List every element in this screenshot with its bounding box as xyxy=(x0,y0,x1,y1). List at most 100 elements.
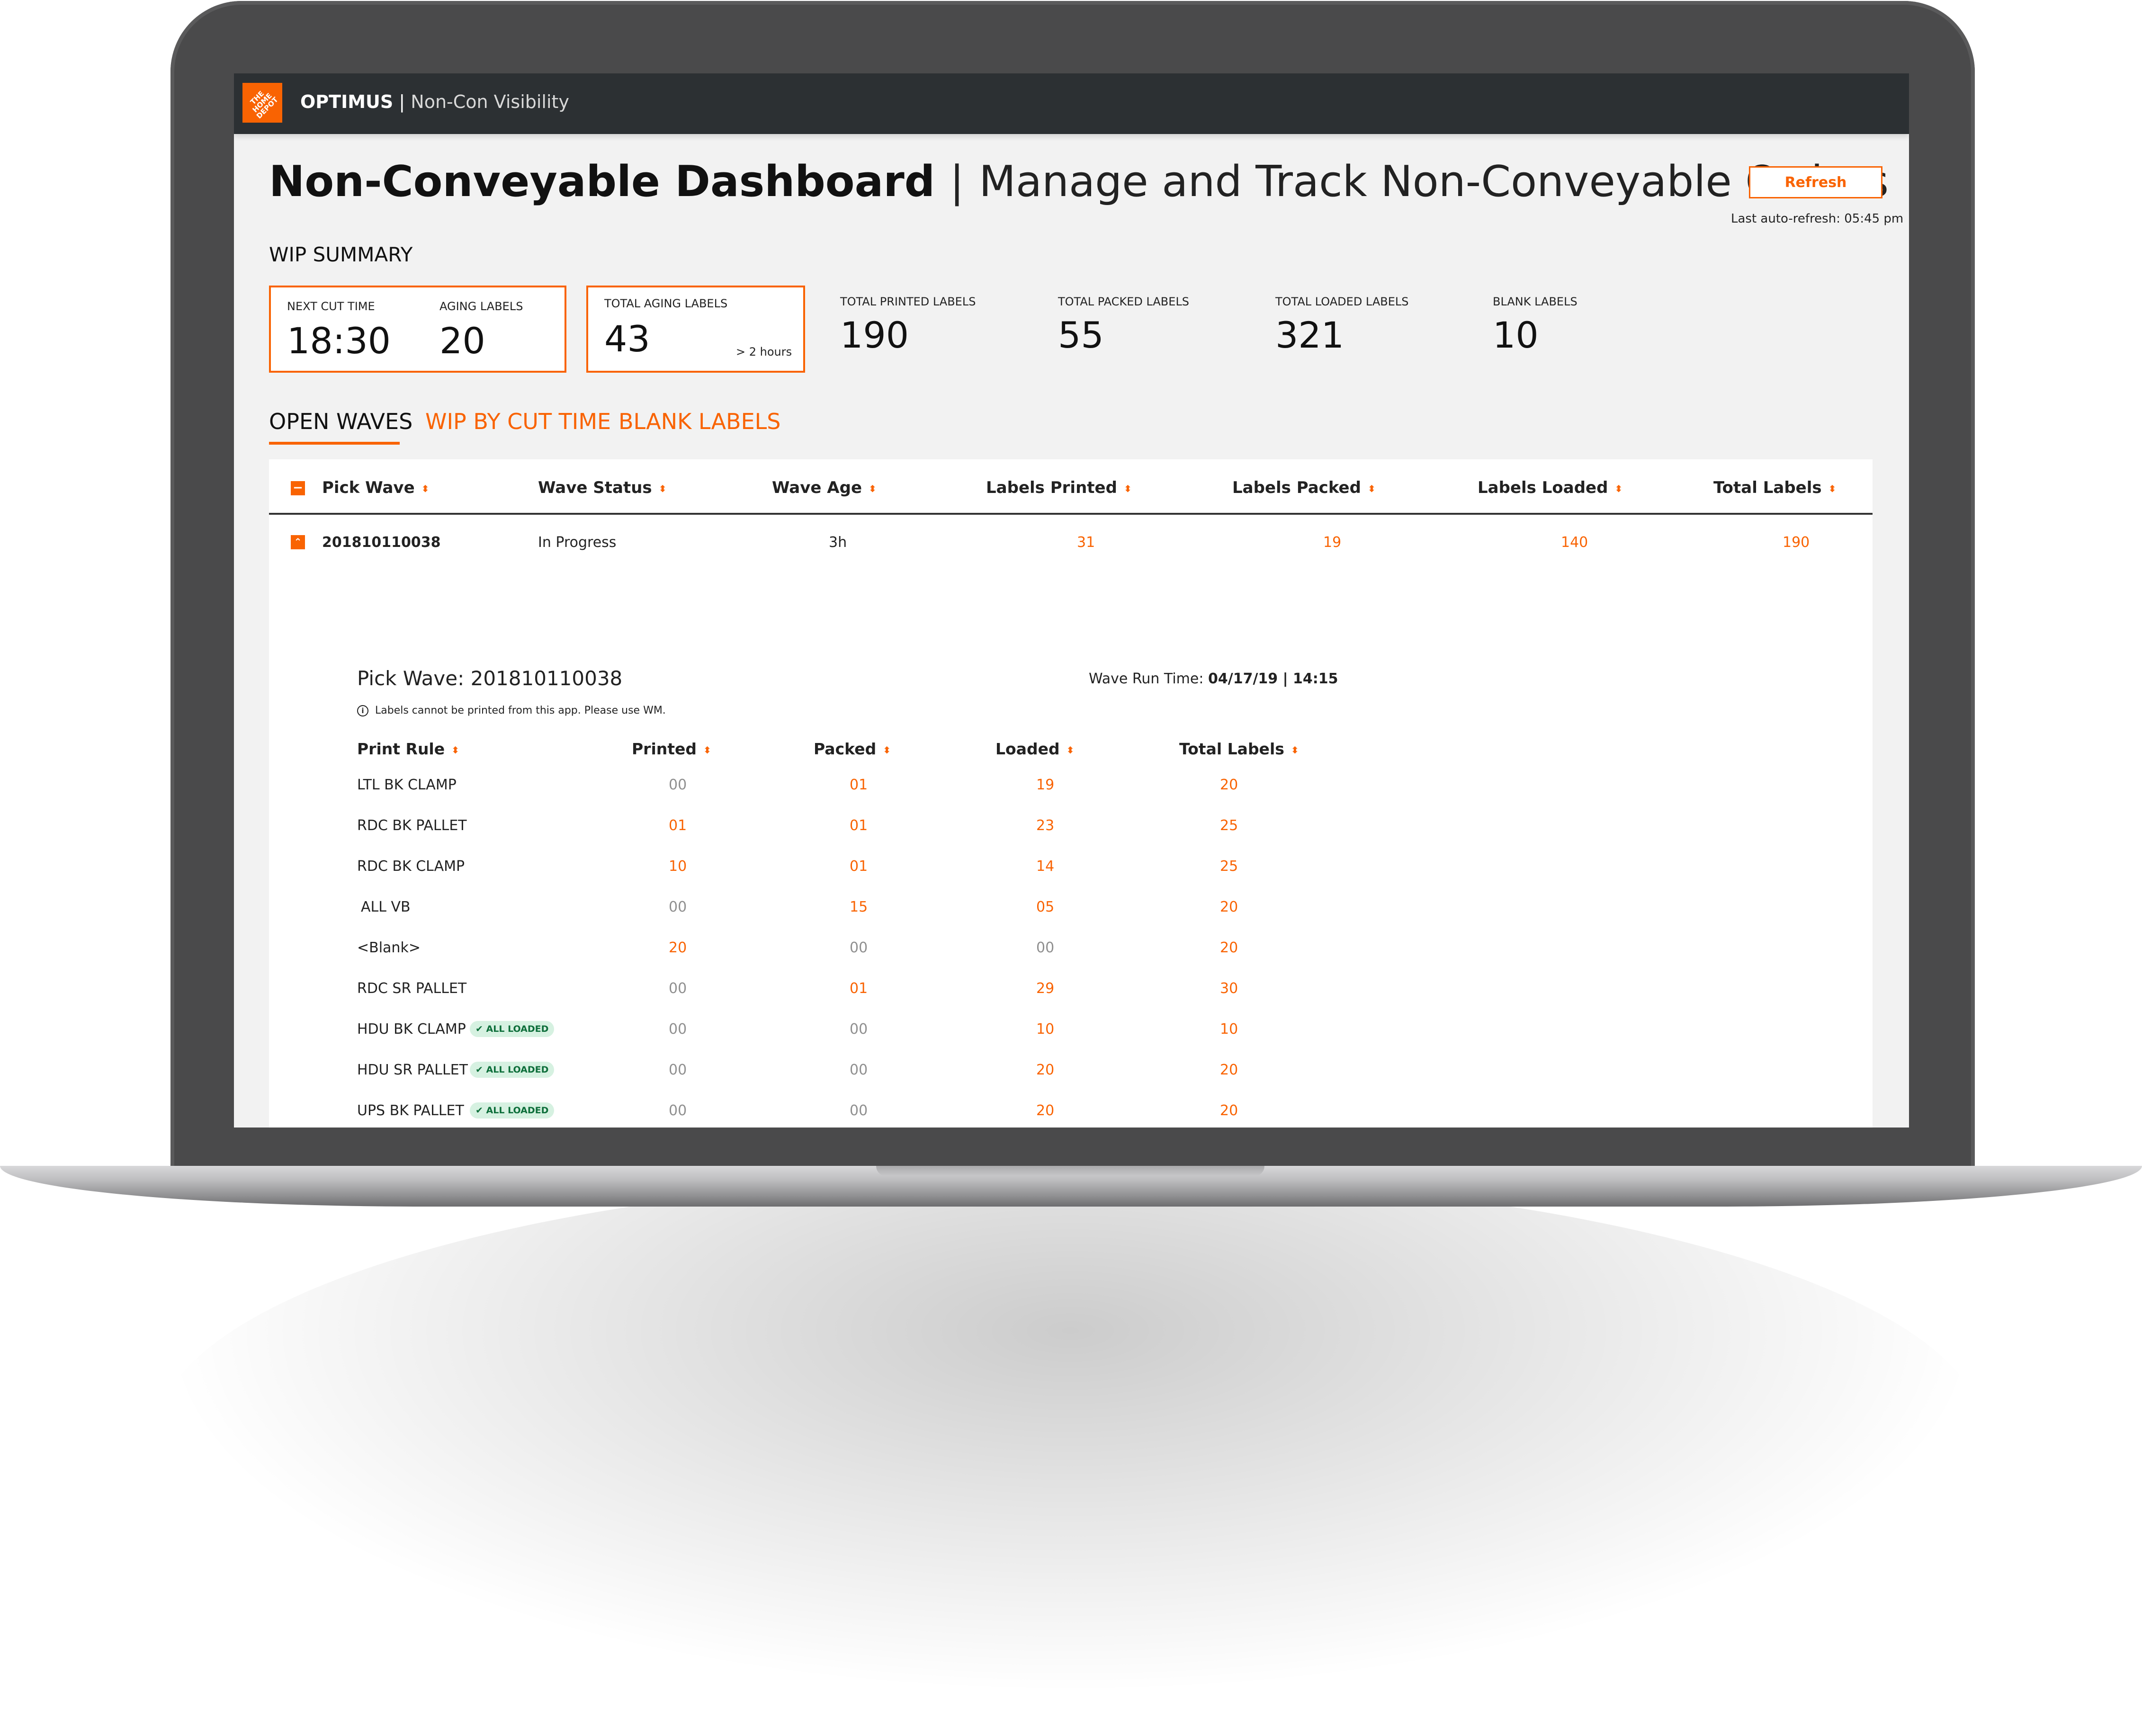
packed-cell[interactable]: 01 xyxy=(850,980,868,997)
stat-value: 190 xyxy=(840,314,909,356)
packed-cell[interactable]: 15 xyxy=(850,899,868,915)
col-header-labels-packed[interactable]: Labels Packed ⬍ xyxy=(1232,478,1376,497)
total-aging-note: > 2 hours xyxy=(736,345,792,358)
stat-value: 10 xyxy=(1493,314,1539,356)
info-icon: i xyxy=(357,705,368,716)
stat-value: 55 xyxy=(1058,314,1104,356)
wave-age-cell: 3h xyxy=(829,534,847,551)
print-rule-cell: RDC SR PALLET xyxy=(357,980,467,997)
col-header-labels-loaded[interactable]: Labels Loaded ⬍ xyxy=(1478,478,1622,497)
all-loaded-badge: ✔ ALL LOADED xyxy=(470,1102,555,1119)
col-header-printed[interactable]: Printed ⬍ xyxy=(632,740,711,758)
col-header-wave-status[interactable]: Wave Status ⬍ xyxy=(538,478,666,497)
col-header-pick-wave[interactable]: Pick Wave ⬍ xyxy=(322,478,429,497)
check-icon: ✔ xyxy=(475,1065,486,1075)
packed-cell[interactable]: 01 xyxy=(850,858,868,875)
print-rule-cell: HDU SR PALLET xyxy=(357,1062,468,1078)
total-aging-label: TOTAL AGING LABELS xyxy=(604,297,728,310)
app-screen: THE HOME DEPOT OPTIMUS | Non-Con Visibil… xyxy=(234,73,1909,1128)
total-cell[interactable]: 25 xyxy=(1220,858,1238,875)
refresh-button[interactable]: Refresh xyxy=(1749,166,1882,198)
labels-printed-cell[interactable]: 31 xyxy=(1077,534,1095,551)
stat-label: TOTAL LOADED LABELS xyxy=(1275,295,1409,308)
tab-wip-by-cut-time[interactable]: WIP BY CUT TIME xyxy=(425,409,611,434)
loaded-cell[interactable]: 19 xyxy=(1036,777,1054,793)
packed-cell: 00 xyxy=(850,940,868,956)
sort-icon: ⬍ xyxy=(421,483,430,494)
check-icon: ✔ xyxy=(475,1024,486,1034)
page-title-separator: | xyxy=(950,157,964,206)
total-cell[interactable]: 20 xyxy=(1220,1102,1238,1119)
col-header-packed[interactable]: Packed ⬍ xyxy=(814,740,891,758)
sort-icon: ⬍ xyxy=(883,744,891,756)
loaded-cell[interactable]: 05 xyxy=(1036,899,1054,915)
print-rule-cell: LTL BK CLAMP xyxy=(357,777,457,793)
col-header-total[interactable]: Total Labels ⬍ xyxy=(1179,740,1299,758)
printed-cell: 00 xyxy=(669,1102,687,1119)
total-cell[interactable]: 25 xyxy=(1220,817,1238,834)
labels-loaded-cell[interactable]: 140 xyxy=(1561,534,1588,551)
next-cut-value: 18:30 xyxy=(287,320,391,362)
packed-cell: 00 xyxy=(850,1021,868,1038)
top-nav-bar: THE HOME DEPOT OPTIMUS | Non-Con Visibil… xyxy=(234,73,1909,134)
col-header-labels-printed[interactable]: Labels Printed ⬍ xyxy=(986,478,1132,497)
check-icon: ✔ xyxy=(475,1105,486,1116)
active-tab-indicator xyxy=(269,442,400,445)
sort-icon: ⬍ xyxy=(1123,483,1132,494)
sort-icon: ⬍ xyxy=(703,744,711,756)
total-cell[interactable]: 20 xyxy=(1220,940,1238,956)
printed-cell: 00 xyxy=(669,899,687,915)
print-rule-cell: ALL VB xyxy=(361,899,411,915)
total-cell[interactable]: 30 xyxy=(1220,980,1238,997)
packed-cell[interactable]: 01 xyxy=(850,817,868,834)
loaded-cell[interactable]: 20 xyxy=(1036,1102,1054,1119)
col-header-wave-age[interactable]: Wave Age ⬍ xyxy=(772,478,877,497)
total-labels-cell[interactable]: 190 xyxy=(1783,534,1810,551)
printed-cell[interactable]: 01 xyxy=(669,817,687,834)
loaded-cell[interactable]: 29 xyxy=(1036,980,1054,997)
laptop-notch xyxy=(876,1166,1264,1176)
next-cut-card: NEXT CUT TIME 18:30 AGING LABELS 20 xyxy=(269,286,566,373)
run-time-label: Wave Run Time: xyxy=(1089,671,1208,687)
pick-wave-cell[interactable]: 201810110038 xyxy=(322,534,441,551)
loaded-cell[interactable]: 23 xyxy=(1036,817,1054,834)
home-depot-logo[interactable]: THE HOME DEPOT xyxy=(242,83,282,123)
next-cut-label: NEXT CUT TIME xyxy=(287,300,375,313)
total-cell[interactable]: 20 xyxy=(1220,1062,1238,1078)
total-cell[interactable]: 10 xyxy=(1220,1021,1238,1038)
wave-status-cell: In Progress xyxy=(538,534,617,551)
total-aging-card: TOTAL AGING LABELS 43 > 2 hours xyxy=(586,286,805,373)
loaded-cell[interactable]: 20 xyxy=(1036,1062,1054,1078)
total-aging-value: 43 xyxy=(604,318,650,360)
printed-cell[interactable]: 20 xyxy=(669,940,687,956)
labels-packed-cell[interactable]: 19 xyxy=(1323,534,1341,551)
sort-icon: ⬍ xyxy=(1614,483,1623,494)
sort-icon: ⬍ xyxy=(869,483,877,494)
sort-icon: ⬍ xyxy=(1828,483,1837,494)
col-header-print-rule[interactable]: Print Rule ⬍ xyxy=(357,740,459,758)
loaded-cell[interactable]: 14 xyxy=(1036,858,1054,875)
tab-blank-labels[interactable]: BLANK LABELS xyxy=(618,409,781,434)
app-title-separator: | xyxy=(399,91,405,112)
tab-open-waves[interactable]: OPEN WAVES xyxy=(269,409,412,434)
total-cell[interactable]: 20 xyxy=(1220,899,1238,915)
stat-value: 321 xyxy=(1275,314,1344,356)
stat-label: BLANK LABELS xyxy=(1493,295,1577,308)
total-cell[interactable]: 20 xyxy=(1220,777,1238,793)
page-title: Non-Conveyable Dashboard | Manage and Tr… xyxy=(269,157,1889,206)
chevron-up-icon[interactable]: ⌃ xyxy=(291,535,305,549)
col-header-total-labels[interactable]: Total Labels ⬍ xyxy=(1713,478,1836,497)
open-waves-panel: − Pick Wave ⬍ Wave Status ⬍ Wave Age ⬍ Labe… xyxy=(269,459,1873,1128)
wave-detail-title: Pick Wave: 201810110038 xyxy=(357,667,623,690)
col-header-loaded[interactable]: Loaded ⬍ xyxy=(995,740,1074,758)
printed-cell: 00 xyxy=(669,1062,687,1078)
run-time-value: 04/17/19 | 14:15 xyxy=(1208,671,1338,687)
stat-label: TOTAL PACKED LABELS xyxy=(1058,295,1190,308)
printed-cell[interactable]: 10 xyxy=(669,858,687,875)
collapse-all-icon[interactable]: − xyxy=(291,481,305,495)
sort-icon: ⬍ xyxy=(1066,744,1075,756)
sort-icon: ⬍ xyxy=(658,483,667,494)
packed-cell[interactable]: 01 xyxy=(850,777,868,793)
loaded-cell[interactable]: 10 xyxy=(1036,1021,1054,1038)
page-title-text: Non-Conveyable Dashboard xyxy=(269,157,935,206)
